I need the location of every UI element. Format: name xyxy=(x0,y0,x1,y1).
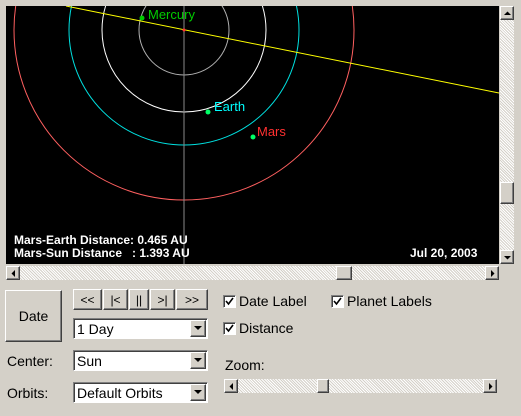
mars-marker xyxy=(250,134,256,140)
left-arrow-icon xyxy=(11,270,15,277)
scroll-right-button[interactable] xyxy=(485,266,499,280)
planet-labels-checkbox[interactable]: Planet Labels xyxy=(331,293,432,309)
step-back-button[interactable]: |< xyxy=(103,289,128,310)
earth-marker xyxy=(205,109,211,115)
zoom-out-button[interactable] xyxy=(224,379,238,393)
step-dropdown-button[interactable] xyxy=(190,320,206,337)
date-label-checkbox[interactable]: Date Label xyxy=(223,293,307,309)
date-readout: Jul 20, 2003 xyxy=(410,246,478,260)
chevron-down-icon xyxy=(194,358,202,362)
distance-checkbox-text: Distance xyxy=(239,320,294,336)
horizontal-scroll-track[interactable] xyxy=(20,266,485,280)
scroll-down-button[interactable] xyxy=(500,250,514,264)
orbits-dropdown-button[interactable] xyxy=(190,384,206,401)
right-arrow-icon xyxy=(489,383,493,390)
fast-back-button[interactable]: << xyxy=(73,289,102,310)
center-select[interactable]: Sun xyxy=(73,350,208,371)
center-select-value: Sun xyxy=(77,353,102,369)
chevron-down-icon xyxy=(194,390,202,394)
date-label-checkbox-text: Date Label xyxy=(239,293,307,309)
checkmark-icon xyxy=(333,297,342,305)
horizontal-scroll-thumb[interactable] xyxy=(336,266,352,280)
scroll-left-button[interactable] xyxy=(6,266,20,280)
checkmark-icon xyxy=(225,297,234,305)
mars-sun-distance: Mars-Sun Distance : 1.393 AU xyxy=(14,246,190,260)
planet-labels-checkbox-text: Planet Labels xyxy=(347,293,432,309)
vertical-scroll-track[interactable] xyxy=(500,20,514,250)
solar-system-canvas[interactable]: Mercury Earth Mars Mars-Earth Distance: … xyxy=(6,6,499,264)
orbits-select-value: Default Orbits xyxy=(77,385,163,401)
date-button[interactable]: Date xyxy=(5,290,62,342)
mercury-label: Mercury xyxy=(148,7,195,22)
distance-checkbox[interactable]: Distance xyxy=(223,320,293,336)
date-label-checkbox-box[interactable] xyxy=(223,294,236,308)
orbits-label: Orbits: xyxy=(7,385,49,401)
orbit-drawing: Mercury Earth Mars xyxy=(13,6,499,264)
checkmark-icon xyxy=(225,324,234,332)
mars-label: Mars xyxy=(257,124,286,139)
mars-earth-distance: Mars-Earth Distance: 0.465 AU xyxy=(14,233,188,247)
earth-label: Earth xyxy=(214,99,245,114)
sight-line xyxy=(65,6,499,94)
down-arrow-icon xyxy=(504,256,511,260)
planet-labels-checkbox-box[interactable] xyxy=(331,294,344,308)
step-select-value: 1 Day xyxy=(77,321,114,337)
zoom-label: Zoom: xyxy=(225,357,265,373)
right-arrow-icon xyxy=(491,270,495,277)
distance-checkbox-box[interactable] xyxy=(223,321,236,335)
zoom-in-button[interactable] xyxy=(483,379,497,393)
center-label: Center: xyxy=(7,353,53,369)
center-dropdown-button[interactable] xyxy=(190,352,206,369)
orbit-viewer-applet: Mercury Earth Mars Mars-Earth Distance: … xyxy=(0,0,521,416)
vertical-scroll-thumb[interactable] xyxy=(500,182,514,204)
zoom-track[interactable] xyxy=(238,379,483,393)
mercury-marker xyxy=(139,15,145,21)
left-arrow-icon xyxy=(229,383,233,390)
sun-marker xyxy=(182,28,186,32)
step-select[interactable]: 1 Day xyxy=(73,318,208,339)
fast-forward-button[interactable]: >> xyxy=(176,289,208,310)
scroll-up-button[interactable] xyxy=(500,6,514,20)
pause-button[interactable]: || xyxy=(129,289,149,310)
orbits-select[interactable]: Default Orbits xyxy=(73,382,208,403)
zoom-thumb[interactable] xyxy=(317,379,329,393)
up-arrow-icon xyxy=(504,11,511,15)
chevron-down-icon xyxy=(194,326,202,330)
step-forward-button[interactable]: >| xyxy=(150,289,175,310)
